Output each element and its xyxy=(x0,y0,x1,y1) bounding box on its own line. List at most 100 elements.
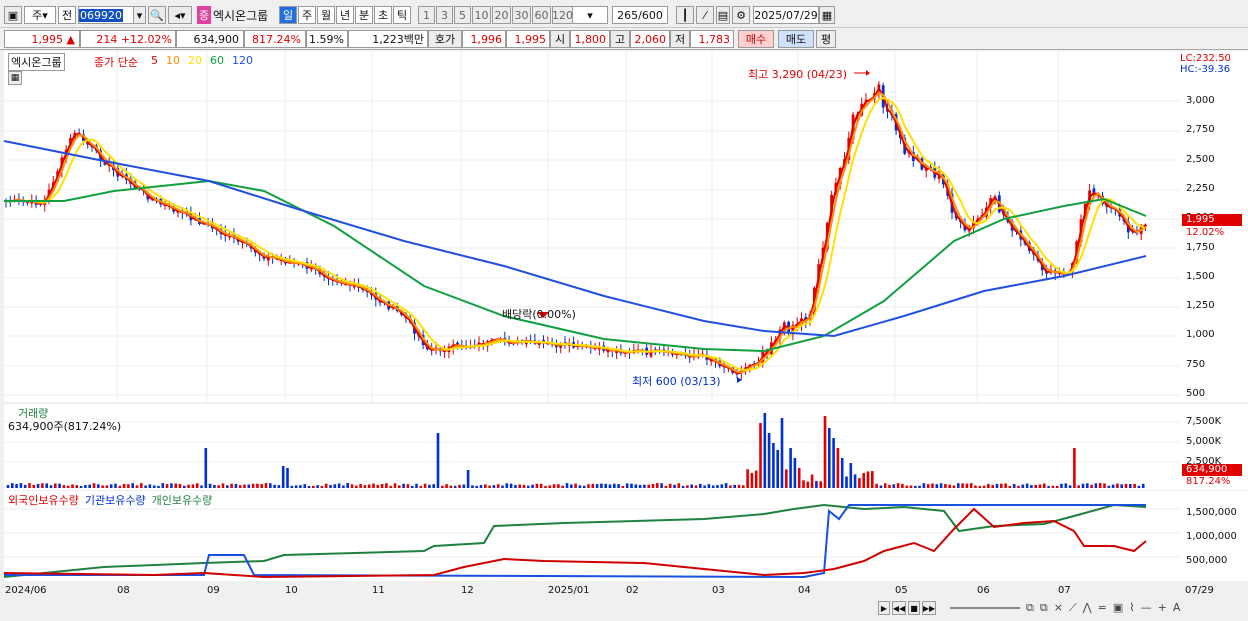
volume-chart[interactable] xyxy=(4,404,1180,490)
table-icon[interactable]: ▦ xyxy=(8,71,22,85)
volume-bar xyxy=(398,485,401,488)
volume-bar xyxy=(62,485,66,488)
prev-button[interactable]: 전 xyxy=(58,6,76,24)
interval-input[interactable]: ▾ xyxy=(572,6,608,24)
price-chart-panel[interactable]: 엑시온그룹 종가 단순 5 10 20 60 120 ▦ 최고 3,290 (04/23… xyxy=(3,51,1180,402)
period-tab[interactable]: 틱 xyxy=(393,6,411,24)
volume-bar xyxy=(303,484,306,488)
volume-bar xyxy=(819,481,822,488)
window-icon[interactable]: ▣ xyxy=(4,6,22,24)
low-label: 저 xyxy=(670,30,690,48)
interval-button[interactable]: 5 xyxy=(454,6,471,24)
period-tab[interactable]: 분 xyxy=(355,6,373,24)
chevron-down-icon[interactable]: ▾ xyxy=(133,6,146,24)
zoom-slider[interactable] xyxy=(950,607,1020,609)
crosshair-icon[interactable]: ⨯ xyxy=(1054,601,1063,615)
interval-button[interactable]: 1 xyxy=(418,6,435,24)
low-annotation: 최저 600 (03/13) xyxy=(632,375,721,388)
calendar-icon[interactable]: ▦ xyxy=(819,6,835,24)
buy-button[interactable]: 매수 xyxy=(738,30,774,48)
legend-stock-name: 엑시온그룹 xyxy=(8,53,65,71)
zoom-out-icon[interactable]: — xyxy=(1141,601,1152,615)
volume-bar xyxy=(466,470,470,488)
dividend-annotation: 배당락(0.00%) xyxy=(502,308,576,321)
period-select[interactable]: 주 ▾ xyxy=(24,6,56,24)
zigzag-icon[interactable]: ⋀ xyxy=(1083,601,1092,615)
volume-axis: 7,500K 5,000K 2,500K 634,900 817.24% xyxy=(1180,404,1248,490)
period-tab[interactable]: 주 xyxy=(298,6,316,24)
credit-badge: 증 xyxy=(197,6,211,24)
x-axis-tick: 07/29 xyxy=(1185,585,1214,596)
ma20-line xyxy=(5,96,1146,371)
volume-bar xyxy=(256,483,259,488)
volume-bar xyxy=(432,484,435,488)
eval-button[interactable]: 평 xyxy=(816,30,836,48)
interval-button[interactable]: 30 xyxy=(512,6,531,24)
price-chart[interactable] xyxy=(3,51,1180,402)
gear-icon[interactable]: ⚙ xyxy=(732,6,750,24)
volume-bar xyxy=(488,485,491,488)
window-split-icon[interactable]: ⧉ xyxy=(1040,601,1048,615)
volume-bar xyxy=(858,478,861,488)
volume-bar xyxy=(978,485,982,488)
count-field[interactable]: 265/600 xyxy=(612,6,668,24)
play-icon[interactable]: ▶ xyxy=(878,601,890,615)
trend-icon[interactable]: ⟋ xyxy=(1069,601,1077,615)
volume-bar xyxy=(565,483,569,488)
volume-bar xyxy=(105,485,109,488)
forward-icon[interactable]: ▶▶ xyxy=(922,601,936,615)
volume-bar xyxy=(174,483,177,488)
period-tab[interactable]: 월 xyxy=(317,6,335,24)
volume-bar xyxy=(445,484,448,488)
high-price: 2,060 xyxy=(630,30,670,48)
volume-bar xyxy=(1021,484,1025,488)
volume-bar xyxy=(1068,485,1072,488)
image-icon[interactable]: ▣ xyxy=(1113,601,1123,615)
volume-bar xyxy=(277,485,281,488)
tool-icons: ⧉ ⧉ ⨯ ⟋ ⋀ ⋍ ▣ ⌇ — + A xyxy=(1026,601,1180,615)
volume-bar xyxy=(1094,483,1098,488)
volume-bar xyxy=(144,485,147,488)
interval-button[interactable]: 20 xyxy=(492,6,511,24)
volume-bar xyxy=(92,483,96,488)
compare-icon[interactable]: ⋍ xyxy=(1098,601,1107,615)
interval-button[interactable]: 120 xyxy=(552,6,573,24)
holders-y-tick: 1,500,000 xyxy=(1186,507,1237,518)
window-copy-icon[interactable]: ⧉ xyxy=(1026,601,1034,615)
turnover-rate: 1.59% xyxy=(306,30,348,48)
interval-button[interactable]: 3 xyxy=(436,6,453,24)
speaker-icon[interactable]: ◂▾ xyxy=(168,6,192,24)
low-price: 1,783 xyxy=(690,30,734,48)
save-icon[interactable]: ▤ xyxy=(716,6,730,24)
draw-line-icon[interactable]: ⁄ xyxy=(696,6,714,24)
volume-bar xyxy=(1008,485,1012,488)
volume-bar xyxy=(127,484,130,488)
volume-bar xyxy=(122,483,126,488)
rewind-icon[interactable]: ◀◀ xyxy=(892,601,906,615)
period-tab[interactable]: 년 xyxy=(336,6,354,24)
date-field[interactable]: 2025/07/29 xyxy=(753,6,819,24)
interval-button[interactable]: 60 xyxy=(532,6,551,24)
volume-bar xyxy=(754,470,758,488)
period-tab[interactable]: 초 xyxy=(374,6,392,24)
ma-legend-20: 20 xyxy=(188,54,202,67)
stop-icon[interactable]: ■ xyxy=(908,601,920,615)
volume-field: 634,900 xyxy=(176,30,244,48)
volume-bar xyxy=(974,485,977,488)
volume-bar xyxy=(1090,484,1093,488)
sell-button[interactable]: 매도 xyxy=(778,30,814,48)
holders-panel[interactable]: 외국인보유수량 기관보유수량 개인보유수량 xyxy=(3,491,1180,581)
settings-icon[interactable]: ⌇ xyxy=(1129,601,1134,615)
interval-button[interactable]: 10 xyxy=(472,6,491,24)
volume-bar xyxy=(436,433,440,488)
volume-bar xyxy=(247,484,251,488)
search-icon[interactable]: 🔍 xyxy=(148,6,166,24)
candle-icon[interactable]: ┃ xyxy=(676,6,694,24)
font-size-icon[interactable]: A xyxy=(1173,601,1181,615)
volume-panel[interactable]: 거래량 634,900주(817.24%) xyxy=(4,404,1180,490)
volume-bar xyxy=(372,483,375,488)
volume-bar xyxy=(677,483,681,488)
zoom-in-icon[interactable]: + xyxy=(1158,601,1167,615)
period-tab[interactable]: 일 xyxy=(279,6,297,24)
holders-axis: 1,500,000 1,000,000 500,000 xyxy=(1180,491,1248,581)
